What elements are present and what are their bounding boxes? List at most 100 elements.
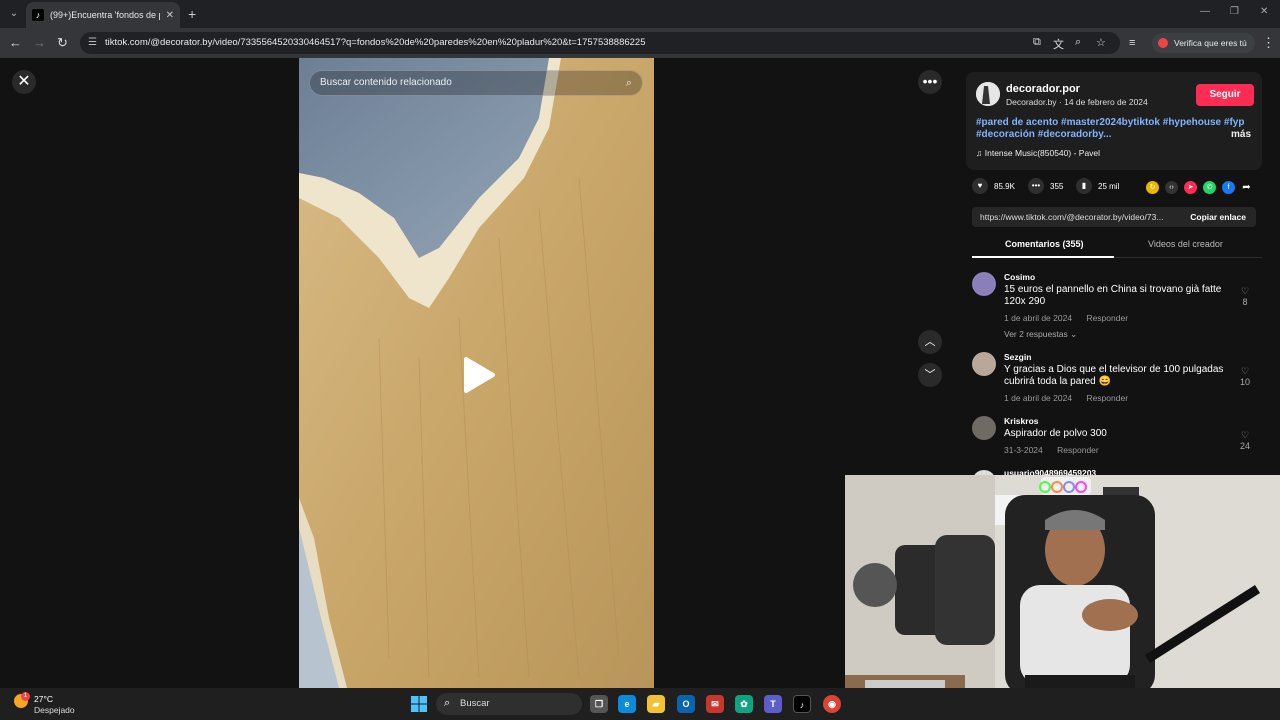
maximize-button[interactable]: ❐ <box>1230 6 1239 17</box>
address-bar[interactable]: ☰ tiktok.com/@decorator.by/video/7335564… <box>80 32 1120 54</box>
forward-button[interactable]: → <box>33 35 46 51</box>
comment-date: 1 de abril de 2024 <box>1004 313 1073 323</box>
active-tab-indicator <box>972 256 1114 258</box>
related-search-input[interactable]: Buscar contenido relacionado ⌕ <box>309 70 643 96</box>
comment-like[interactable]: ♡ 10 <box>1238 366 1252 387</box>
avatar[interactable] <box>972 352 996 376</box>
comment-meta: 31-3-2024 Responder <box>1004 445 1111 455</box>
view-replies-button[interactable]: Ver 2 respuestas ⌄ <box>1004 329 1077 340</box>
comment-like[interactable]: ♡ 8 <box>1238 286 1252 307</box>
play-icon[interactable] <box>462 356 496 394</box>
browser-menu-icon[interactable]: ⋮ <box>1262 35 1275 51</box>
related-search-placeholder: Buscar contenido relacionado <box>320 77 452 88</box>
comment-date: 1 de abril de 2024 <box>1004 393 1073 403</box>
comment-icon: ••• <box>1028 178 1044 194</box>
chrome-icon[interactable]: ◉ <box>823 695 841 713</box>
tab-search-button[interactable]: ⌄ <box>6 6 22 22</box>
translate-icon[interactable]: 文 <box>1053 36 1064 52</box>
tab-comments[interactable]: Comentarios (355) <box>1005 239 1084 249</box>
edge-icon[interactable]: e <box>618 695 636 713</box>
tiktok-app-icon[interactable]: ♪ <box>793 695 811 713</box>
windows-start-icon[interactable] <box>411 696 427 712</box>
facebook-icon[interactable]: f <box>1222 181 1235 194</box>
taskbar-search[interactable]: ⌕ Buscar <box>436 693 582 715</box>
comment-date: 31-3-2024 <box>1004 445 1043 455</box>
tab-creator-videos[interactable]: Videos del creador <box>1148 239 1223 249</box>
weather-condition: Despejado <box>34 705 75 715</box>
browser-toolbar: ← → ↻ ☰ tiktok.com/@decorator.by/video/7… <box>0 28 1280 58</box>
reply-button[interactable]: Responder <box>1086 313 1128 323</box>
heart-outline-icon: ♡ <box>1240 366 1250 376</box>
teams-icon[interactable]: T <box>764 695 782 713</box>
comment-item: Kriskros Aspirador de polvo 300 31-3-202… <box>972 416 1262 464</box>
tiktok-favicon-icon: ♪ <box>32 9 44 21</box>
creator-username[interactable]: decorador.por <box>1006 83 1080 95</box>
taskbar-search-label: Buscar <box>460 698 490 709</box>
previous-video-button[interactable]: ︿ <box>918 330 942 354</box>
task-view-icon[interactable]: ❐ <box>590 695 608 713</box>
repost-icon[interactable]: ↻ <box>1146 181 1159 194</box>
avatar[interactable] <box>972 416 996 440</box>
embed-icon[interactable]: ‹› <box>1165 181 1178 194</box>
chatgpt-icon[interactable]: ✿ <box>735 695 753 713</box>
file-explorer-icon[interactable]: ▰ <box>647 695 665 713</box>
mail-app-icon[interactable]: ✉ <box>706 695 724 713</box>
video-player[interactable]: Buscar contenido relacionado ⌕ <box>299 58 654 688</box>
comment-like-count: 8 <box>1242 297 1248 307</box>
site-info-icon[interactable]: ☰ <box>88 37 97 48</box>
comment-username[interactable]: Cosimo <box>1004 272 1035 282</box>
outlook-icon[interactable]: O <box>677 695 695 713</box>
share-link-text[interactable]: https://www.tiktok.com/@decorator.by/vid… <box>980 212 1180 222</box>
browser-tab[interactable]: ♪ (99+)Encuentra 'fondos de pare ✕ <box>26 2 180 28</box>
next-video-button[interactable]: ﹀ <box>918 363 942 387</box>
reload-button[interactable]: ↻ <box>57 35 68 51</box>
copy-link-button[interactable]: Copiar enlace <box>1190 212 1246 222</box>
send-icon[interactable]: ➤ <box>1184 181 1197 194</box>
music-track[interactable]: ♫ Intense Music(850540) - Pavel <box>976 148 1100 158</box>
comment-text: 15 euros el pannello en China si trovano… <box>1004 284 1222 307</box>
bookmark-star-icon[interactable]: ☆ <box>1096 36 1106 49</box>
reply-button[interactable]: Responder <box>1057 445 1099 455</box>
verify-label: Verifica que eres tú <box>1174 38 1247 48</box>
profile-avatar-icon <box>1158 38 1168 48</box>
like-count: 85.9K <box>994 181 1015 191</box>
back-button[interactable]: ← <box>9 35 22 51</box>
avatar[interactable] <box>972 272 996 296</box>
reply-button[interactable]: Responder <box>1086 393 1128 403</box>
webcam-feed-image <box>845 475 1280 720</box>
creator-avatar[interactable] <box>976 82 1000 106</box>
close-video-button[interactable]: ✕ <box>12 70 36 94</box>
new-tab-button[interactable]: + <box>188 6 196 22</box>
comment-like[interactable]: ♡ 24 <box>1238 430 1252 451</box>
comment-stat[interactable]: ••• 355 <box>1028 178 1063 194</box>
minimize-button[interactable]: — <box>1200 6 1210 17</box>
weather-temperature: 27°C <box>34 694 53 704</box>
follow-button[interactable]: Seguir <box>1196 84 1254 106</box>
install-app-icon[interactable]: ⧉ <box>1033 36 1041 49</box>
tab-title: (99+)Encuentra 'fondos de pare <box>50 10 160 20</box>
share-arrow-icon[interactable]: ➦ <box>1240 181 1253 194</box>
verify-profile-button[interactable]: Verifica que eres tú <box>1152 33 1255 53</box>
webcam-overlay <box>845 475 1280 720</box>
comment-username[interactable]: Kriskros <box>1004 416 1039 426</box>
zoom-icon[interactable]: ⌕ <box>1075 36 1081 49</box>
share-link-box: https://www.tiktok.com/@decorator.by/vid… <box>972 207 1256 227</box>
reading-list-icon[interactable]: ≡ <box>1129 35 1135 51</box>
creator-info-card: decorador.por Decorador.by · 14 de febre… <box>966 72 1262 170</box>
notification-badge: 1 <box>21 692 30 701</box>
like-stat[interactable]: ♥ 85.9K <box>972 178 1015 194</box>
url-text: tiktok.com/@decorator.by/video/733556452… <box>105 37 646 48</box>
comment-item: Cosimo 15 euros el pannello en China si … <box>972 272 1262 344</box>
engagement-bar: ♥ 85.9K ••• 355 ▮ 25 mil ↻ ‹› ➤ ✆ f ➦ <box>972 178 1262 198</box>
window-close-button[interactable]: ✕ <box>1260 6 1268 17</box>
heart-icon: ♥ <box>972 178 988 194</box>
more-options-button[interactable]: ••• <box>918 70 942 94</box>
save-stat[interactable]: ▮ 25 mil <box>1076 178 1119 194</box>
whatsapp-icon[interactable]: ✆ <box>1203 181 1216 194</box>
video-description[interactable]: #pared de acento #master2024bytiktok #hy… <box>976 117 1246 141</box>
search-icon[interactable]: ⌕ <box>626 71 632 95</box>
comment-username[interactable]: Sezgin <box>1004 352 1031 362</box>
bookmark-icon: ▮ <box>1076 178 1092 194</box>
tab-close-icon[interactable]: ✕ <box>166 10 174 21</box>
description-more-link[interactable]: más <box>1231 129 1251 140</box>
